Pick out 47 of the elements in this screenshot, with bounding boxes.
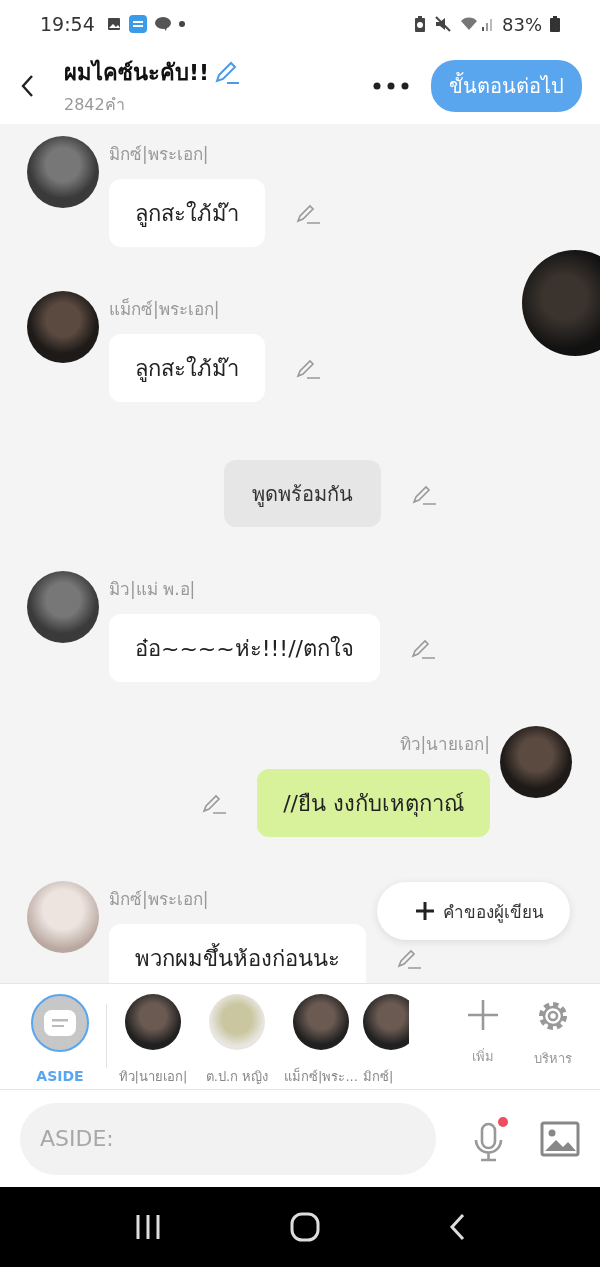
narration-bubble[interactable]: พูดพร้อมกัน [223, 460, 381, 527]
story-title: ผมไคซ์นะคับ!! [64, 58, 210, 87]
chat-bubble-icon [154, 16, 171, 32]
next-step-button[interactable]: ขั้นตอนต่อไป [431, 60, 582, 112]
back-icon[interactable] [448, 1213, 466, 1241]
author-note-button[interactable]: คำของผู้เขียน [377, 882, 570, 940]
character-name: มิกซ์|พระเอก| [109, 143, 210, 166]
message-bubble[interactable]: ลูกสะใภ้ม๊า [109, 334, 265, 402]
narration-icon [44, 1010, 76, 1036]
add-button[interactable]: เพิ่ม [448, 994, 518, 1067]
character-item[interactable]: ต.ป.ก หญิง [195, 994, 279, 1087]
wifi-signal-icon [460, 16, 494, 32]
manage-button[interactable]: บริหาร [518, 994, 588, 1069]
message-input-field[interactable]: ASIDE: [20, 1102, 436, 1175]
floating-avatar-photo[interactable] [522, 250, 600, 356]
avatar-photo [363, 994, 409, 1050]
image-icon [540, 1120, 580, 1157]
plus-icon [466, 998, 500, 1032]
status-time: 19:54 [40, 13, 95, 35]
character-name: แม็กซ์|พระเอก| [109, 297, 221, 321]
character-name: มิว|แม่ พ.อ| [109, 578, 197, 601]
battery-saver-icon [414, 16, 426, 32]
message-bubble[interactable]: ลูกสะใภ้ม๊า [109, 179, 265, 247]
character-name: มิกซ์|พระเอก| [109, 888, 210, 911]
more-icon[interactable] [373, 82, 409, 90]
word-count: 2842คำ [64, 94, 126, 116]
avatar-photo [125, 994, 181, 1050]
message-bubble[interactable]: //ยืน งงกับเหตุกาณ์ [257, 769, 490, 837]
image-icon [106, 17, 121, 31]
character-item[interactable]: ASIDE [18, 994, 102, 1084]
avatar-photo [293, 994, 349, 1050]
home-icon[interactable] [290, 1212, 320, 1242]
message-bubble[interactable]: อ๋อ~~~~ห่ะ!!!//ตกใจ [109, 614, 381, 682]
battery-percent: 83% [502, 13, 542, 35]
character-name: ทิว|นายเอก| [399, 733, 490, 756]
message-bubble[interactable]: พวกผมขึ้นห้องก่อนนะ [109, 924, 366, 983]
avatar-photo [209, 994, 265, 1050]
plus-icon [415, 901, 435, 921]
dot-icon [178, 21, 185, 27]
character-item[interactable]: แม็กซ์|พระ... [279, 994, 363, 1087]
app-notification-icon [128, 15, 147, 33]
character-item[interactable]: ทิว|นายเอก| [111, 994, 195, 1087]
image-button[interactable] [540, 1120, 580, 1157]
mute-icon [434, 15, 452, 33]
battery-icon [550, 16, 560, 32]
character-item[interactable]: มิกซ์| [363, 994, 409, 1087]
recent-apps-icon[interactable] [134, 1214, 162, 1240]
